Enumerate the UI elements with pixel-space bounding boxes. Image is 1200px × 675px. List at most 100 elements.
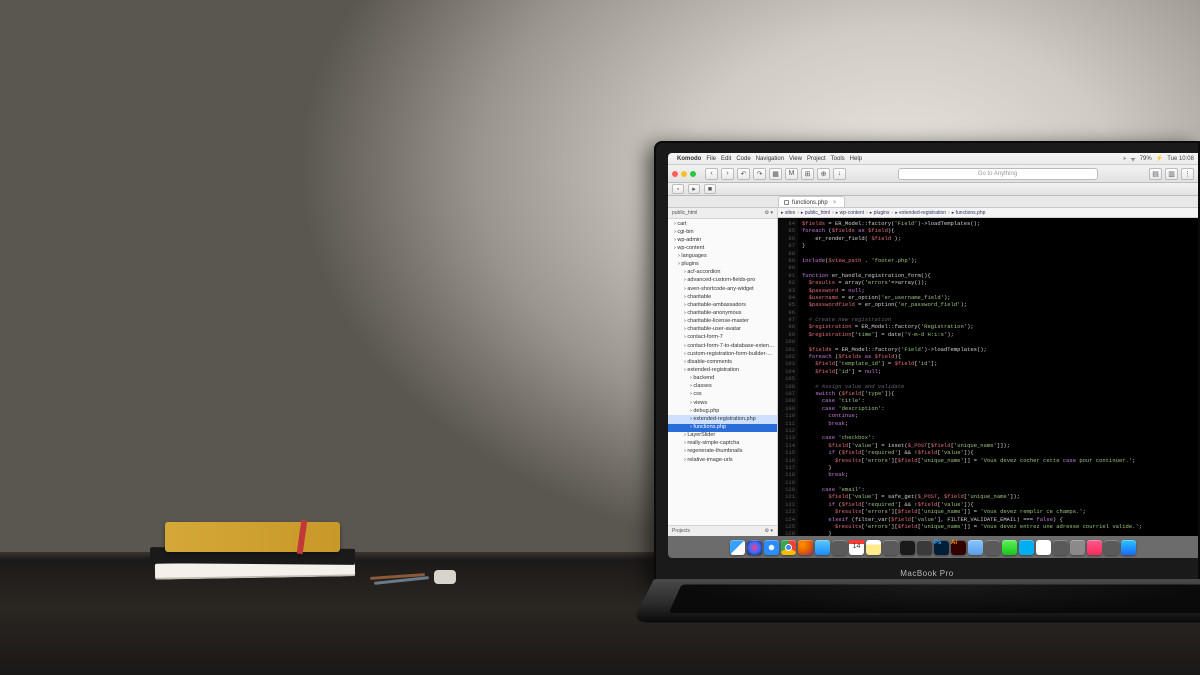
- menubar-status[interactable]: ᯤ: [1130, 155, 1135, 163]
- illustrator-icon[interactable]: Ai: [951, 540, 966, 555]
- app3-icon[interactable]: [1053, 540, 1068, 555]
- app-icon[interactable]: [883, 540, 898, 555]
- tree-item[interactable]: › disable-comments: [668, 358, 777, 366]
- menu-tools[interactable]: Tools: [831, 156, 845, 162]
- save-button[interactable]: ■: [704, 184, 716, 194]
- menubar-status[interactable]: ᚛: [1123, 155, 1126, 162]
- appstore2-icon[interactable]: [1121, 540, 1136, 555]
- music-icon[interactable]: [1087, 540, 1102, 555]
- tree-item[interactable]: › relative-image-urls: [668, 456, 777, 464]
- tree-item[interactable]: › debug.php: [668, 407, 777, 415]
- menubar-status[interactable]: ⚡: [1156, 155, 1163, 162]
- redo-button[interactable]: ↷: [753, 168, 766, 180]
- menubar-status[interactable]: Tue 10:08: [1167, 156, 1194, 162]
- tree-item[interactable]: › backend: [668, 375, 777, 383]
- menu-view[interactable]: View: [789, 156, 802, 162]
- app2-icon[interactable]: [985, 540, 1000, 555]
- tree-item[interactable]: › views: [668, 399, 777, 407]
- open-button[interactable]: ▸: [688, 184, 700, 194]
- firefox-icon[interactable]: [798, 540, 813, 555]
- close-tab-icon[interactable]: ×: [833, 200, 837, 206]
- tool-button[interactable]: ⋮: [1181, 168, 1194, 180]
- tree-item[interactable]: › charitable-user-avatar: [668, 326, 777, 334]
- macos-menubar[interactable]: Komodo File Edit Code Navigation View Project…: [668, 153, 1198, 165]
- tool-button[interactable]: ▥: [1165, 168, 1178, 180]
- tab-functions-php[interactable]: functions.php ×: [778, 196, 845, 207]
- menu-project[interactable]: Project: [807, 156, 826, 162]
- app-name[interactable]: Komodo: [677, 156, 701, 162]
- terminal-icon[interactable]: [900, 540, 915, 555]
- tree-item[interactable]: › extended-registration.php: [668, 415, 777, 423]
- tree-item[interactable]: › regenerate-thumbnails: [668, 448, 777, 456]
- komodo-icon[interactable]: [917, 540, 932, 555]
- menu-help[interactable]: Help: [850, 156, 862, 162]
- tool-button[interactable]: M: [785, 168, 798, 180]
- menu-code[interactable]: Code: [736, 156, 750, 162]
- tree-item[interactable]: › wp-admin: [668, 236, 777, 244]
- breadcrumb-segment[interactable]: ▸ sites: [781, 210, 795, 216]
- tree-item[interactable]: › languages: [668, 253, 777, 261]
- tree-item[interactable]: › charitable-anonymous: [668, 310, 777, 318]
- breadcrumb-segment[interactable]: ▸ functions.php: [952, 210, 986, 216]
- siri-icon[interactable]: [747, 540, 762, 555]
- maximize-icon[interactable]: [690, 171, 696, 177]
- tree-item[interactable]: › extended-registration: [668, 367, 777, 375]
- chrome-icon[interactable]: [781, 540, 796, 555]
- folder-icon[interactable]: [968, 540, 983, 555]
- menu-file[interactable]: File: [706, 156, 716, 162]
- menubar-status[interactable]: 79%: [1140, 156, 1152, 162]
- menu-edit[interactable]: Edit: [721, 156, 731, 162]
- slack-icon[interactable]: [1036, 540, 1051, 555]
- tree-item[interactable]: › contact-form-7: [668, 334, 777, 342]
- close-icon[interactable]: [672, 171, 678, 177]
- breadcrumb-segment[interactable]: ▸ extended-registration: [895, 210, 946, 216]
- mail-icon[interactable]: [815, 540, 830, 555]
- tree-item[interactable]: › wp-content: [668, 244, 777, 252]
- breadcrumb-segment[interactable]: ▸ public_html: [801, 210, 830, 216]
- notes-icon[interactable]: [866, 540, 881, 555]
- code-lines[interactable]: $fields = ER_Model::factory('Field')->lo…: [798, 218, 1198, 536]
- new-file-button[interactable]: ▫: [672, 184, 684, 194]
- tool-button[interactable]: ⊕: [817, 168, 830, 180]
- tree-item[interactable]: › functions.php: [668, 424, 777, 432]
- code-editor[interactable]: ▸ sites›▸ public_html›▸ wp-content›▸ plu…: [778, 208, 1198, 536]
- menu-navigation[interactable]: Navigation: [756, 156, 784, 162]
- macos-dock[interactable]: PsAi: [668, 536, 1198, 558]
- tree-item[interactable]: › charitable: [668, 293, 777, 301]
- tool-button[interactable]: ▦: [769, 168, 782, 180]
- appstore-icon[interactable]: [832, 540, 847, 555]
- breadcrumb[interactable]: ▸ sites›▸ public_html›▸ wp-content›▸ plu…: [778, 208, 1198, 218]
- calendar-icon[interactable]: [849, 540, 864, 555]
- breadcrumb-segment[interactable]: ▸ wp-content: [836, 210, 864, 216]
- nav-back-button[interactable]: ‹: [705, 168, 718, 180]
- tree-item[interactable]: › charitable-license-master: [668, 318, 777, 326]
- tree-item[interactable]: › css: [668, 391, 777, 399]
- tool-button[interactable]: ▤: [1149, 168, 1162, 180]
- tree-item[interactable]: › acf-accordion: [668, 269, 777, 277]
- tree-item[interactable]: › LayerSlider: [668, 432, 777, 440]
- finder-icon[interactable]: [730, 540, 745, 555]
- sidebar-root-header[interactable]: public_html⚙ ▾: [668, 208, 777, 219]
- safari-icon[interactable]: [764, 540, 779, 555]
- tree-item[interactable]: › custom-registration-form-builder-with-…: [668, 350, 777, 358]
- tool-button[interactable]: ⊞: [801, 168, 814, 180]
- projects-panel-header[interactable]: Projects⚙ ▾: [668, 525, 777, 536]
- messages-icon[interactable]: [1002, 540, 1017, 555]
- tree-item[interactable]: › charitable-ambassadors: [668, 301, 777, 309]
- tree-item[interactable]: › contact-form-7-to-database-extension: [668, 342, 777, 350]
- app4-icon[interactable]: [1104, 540, 1119, 555]
- tree-item[interactable]: › advanced-custom-fields-pro: [668, 277, 777, 285]
- photoshop-icon[interactable]: Ps: [934, 540, 949, 555]
- minimize-icon[interactable]: [681, 171, 687, 177]
- tree-item[interactable]: › cart: [668, 220, 777, 228]
- go-to-anything-search[interactable]: Go to Anything: [898, 168, 1098, 180]
- tree-item[interactable]: › cgi-bin: [668, 228, 777, 236]
- tree-item[interactable]: › classes: [668, 383, 777, 391]
- breadcrumb-segment[interactable]: ▸ plugins: [870, 210, 890, 216]
- preferences-icon[interactable]: [1070, 540, 1085, 555]
- tree-item[interactable]: › really-simple-captcha: [668, 440, 777, 448]
- skype-icon[interactable]: [1019, 540, 1034, 555]
- nav-fwd-button[interactable]: ›: [721, 168, 734, 180]
- tool-button[interactable]: ↓: [833, 168, 846, 180]
- tree-item[interactable]: › aven-shortcode-any-widget: [668, 285, 777, 293]
